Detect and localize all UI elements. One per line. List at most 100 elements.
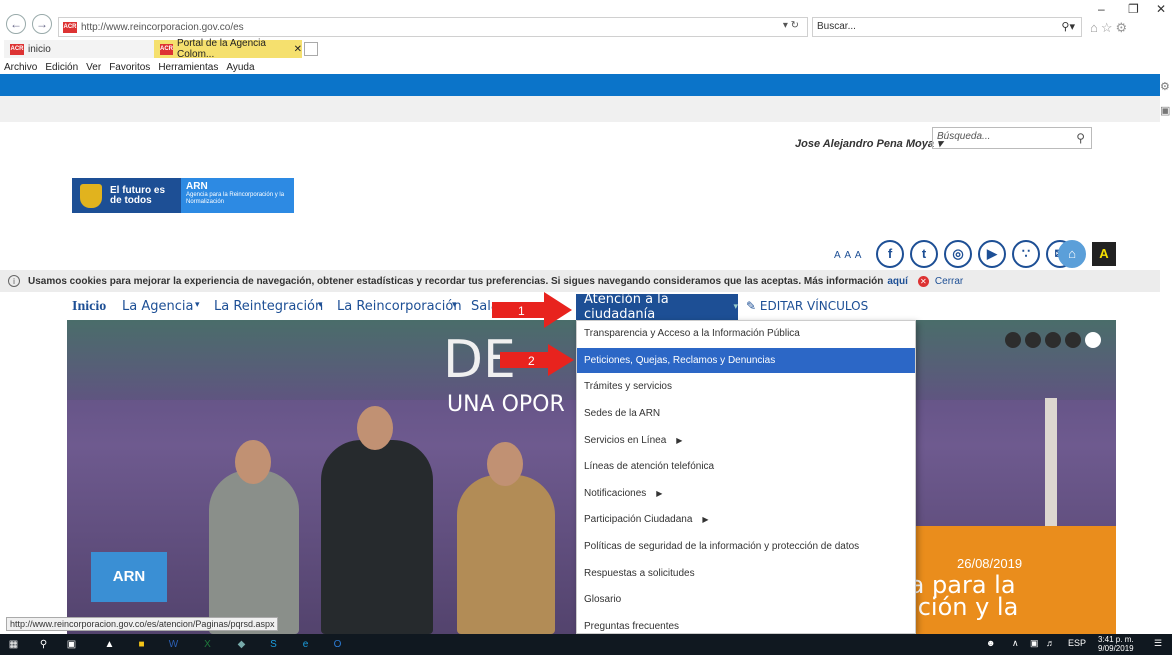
menu-favoritos[interactable]: Favoritos bbox=[109, 62, 150, 73]
panelist-figure bbox=[321, 440, 433, 634]
side-strip bbox=[1160, 74, 1172, 634]
edit-links-button[interactable]: ✎ EDITAR VÍNCULOS bbox=[746, 299, 868, 313]
cookie-more-link[interactable]: aquí bbox=[887, 276, 908, 287]
refresh-icon[interactable]: ▾ ↻ bbox=[783, 20, 799, 31]
panelist-head bbox=[487, 442, 523, 486]
dropdown-item[interactable]: Trámites y servicios bbox=[577, 374, 915, 401]
home-icon[interactable]: ⌂ bbox=[1058, 240, 1086, 268]
dropdown-item[interactable]: Glosario bbox=[577, 587, 915, 614]
dropdown-item[interactable]: Servicios en Línea ▶ bbox=[577, 427, 915, 454]
tray-chevron-icon[interactable]: ∧ bbox=[1012, 638, 1019, 649]
dropdown-item-label: Transparencia y Acceso a la Información … bbox=[584, 328, 800, 340]
twitter-icon[interactable]: t bbox=[910, 240, 938, 268]
nav-dropdown-icon[interactable]: ▾ bbox=[318, 299, 323, 310]
nav-dropdown-icon[interactable]: ▾ bbox=[195, 299, 200, 310]
outlook-icon[interactable]: O bbox=[330, 637, 345, 652]
dropdown-item-label: Peticiones, Quejas, Reclamos y Denuncias bbox=[584, 354, 776, 366]
cookie-close-link[interactable]: Cerrar bbox=[935, 276, 963, 287]
clock[interactable]: 3:41 p. m. 9/09/2019 bbox=[1098, 635, 1134, 653]
skype-icon[interactable]: S bbox=[266, 637, 281, 652]
menu-edicion[interactable]: Edición bbox=[45, 62, 78, 73]
facebook-icon[interactable]: f bbox=[876, 240, 904, 268]
restore-icon[interactable]: ❐ bbox=[1128, 2, 1139, 16]
app-icon[interactable]: ▲ bbox=[102, 637, 117, 652]
dropdown-item[interactable]: Notificaciones ▶ bbox=[577, 481, 915, 508]
dropdown-item[interactable]: Transparencia y Acceso a la Información … bbox=[577, 321, 915, 348]
excel-icon[interactable]: X bbox=[200, 637, 215, 652]
nav-atencion-ciudadania[interactable]: Atención a la ciudadanía ▾ bbox=[576, 292, 738, 322]
browser-toolbar-icons[interactable]: ⌂☆⚙ bbox=[1090, 20, 1130, 36]
nav-dropdown-icon[interactable]: ▾ bbox=[452, 299, 457, 310]
windows-start-icon[interactable]: ▦ bbox=[6, 637, 21, 652]
instagram-icon[interactable]: ◎ bbox=[944, 240, 972, 268]
rss-icon[interactable]: ∵ bbox=[1012, 240, 1040, 268]
menu-ayuda[interactable]: Ayuda bbox=[226, 62, 254, 73]
chevron-right-icon: ▶ bbox=[676, 435, 683, 445]
language-indicator[interactable]: ESP bbox=[1068, 638, 1086, 648]
people-icon[interactable]: ☻ bbox=[986, 638, 995, 648]
search-icon[interactable]: ⚲▾ bbox=[1061, 20, 1075, 33]
task-view-icon[interactable]: ▣ bbox=[64, 637, 79, 652]
dropdown-item[interactable]: Respuestas a solicitudes bbox=[577, 560, 915, 587]
app-icon[interactable]: ◆ bbox=[234, 637, 249, 652]
hero-date: 26/08/2019 bbox=[957, 556, 1023, 571]
back-button[interactable]: ← bbox=[6, 14, 26, 34]
youtube-icon[interactable]: ▶ bbox=[978, 240, 1006, 268]
dropdown-item[interactable]: Líneas de atención telefónica bbox=[577, 454, 915, 481]
settings-icon[interactable]: ⚙ bbox=[1160, 80, 1170, 93]
address-bar[interactable]: ACR http://www.reincorporacion.gov.co/es… bbox=[58, 17, 808, 37]
chevron-down-icon: ▾ bbox=[733, 302, 738, 312]
volume-icon[interactable]: ♬ bbox=[1046, 638, 1055, 648]
user-menu[interactable]: Jose Alejandro Pena Moya ▾ bbox=[795, 137, 943, 150]
file-explorer-icon[interactable]: ■ bbox=[134, 637, 149, 652]
browser-search-input[interactable]: Buscar... ⚲▾ bbox=[812, 17, 1082, 37]
tab-inicio[interactable]: ACR inicio bbox=[4, 40, 154, 58]
carousel-dot[interactable] bbox=[1065, 332, 1081, 348]
forward-button[interactable]: → bbox=[32, 14, 52, 34]
site-favicon: ACR bbox=[63, 21, 77, 33]
carousel-dot-active[interactable] bbox=[1085, 332, 1101, 348]
site-top-bar bbox=[0, 74, 1160, 96]
font-size-controls[interactable]: A A A bbox=[834, 250, 862, 261]
ribbon-icon[interactable]: ▣ bbox=[1160, 104, 1170, 117]
minimize-icon[interactable]: – bbox=[1098, 2, 1105, 16]
hero-subtitle: UNA OPOR bbox=[447, 392, 565, 417]
dropdown-item[interactable]: Sedes de la ARN bbox=[577, 401, 915, 428]
carousel-dot[interactable] bbox=[1005, 332, 1021, 348]
search-icon[interactable]: ⚲ bbox=[1076, 131, 1085, 145]
dropdown-item-label: Participación Ciudadana bbox=[584, 514, 693, 526]
dropdown-item[interactable]: Participación Ciudadana ▶ bbox=[577, 507, 915, 534]
dropdown-item-label: Notificaciones bbox=[584, 487, 647, 499]
site-logo[interactable]: El futuro es de todos ARN Agencia para l… bbox=[72, 178, 294, 213]
contrast-button[interactable]: A bbox=[1092, 242, 1116, 266]
tab-favicon: ACR bbox=[160, 43, 173, 55]
cookie-close-icon[interactable]: ✕ bbox=[917, 275, 929, 287]
word-icon[interactable]: W bbox=[166, 637, 181, 652]
menu-archivo[interactable]: Archivo bbox=[4, 62, 37, 73]
search-icon[interactable]: ⚲ bbox=[36, 637, 51, 652]
internet-explorer-icon[interactable]: e bbox=[298, 637, 313, 652]
nav-la-reintegracion[interactable]: La Reintegración bbox=[214, 299, 323, 314]
menu-ver[interactable]: Ver bbox=[86, 62, 101, 73]
nav-inicio[interactable]: Inicio bbox=[72, 299, 106, 315]
network-icon[interactable]: ▣ bbox=[1030, 638, 1039, 649]
dropdown-item[interactable]: Peticiones, Quejas, Reclamos y Denuncias bbox=[577, 347, 915, 375]
carousel-dot[interactable] bbox=[1025, 332, 1041, 348]
site-search-input[interactable]: Búsqueda... ⚲ bbox=[932, 127, 1092, 149]
tab-portal[interactable]: ACR Portal de la Agencia Colom... ✕ bbox=[154, 38, 302, 60]
browser-address-row: ← → ACR http://www.reincorporacion.gov.c… bbox=[0, 0, 1172, 40]
atencion-dropdown-menu: Transparencia y Acceso a la Información … bbox=[576, 320, 916, 641]
dropdown-item[interactable]: Políticas de seguridad de la información… bbox=[577, 534, 915, 561]
status-bar-url: http://www.reincorporacion.gov.co/es/ate… bbox=[6, 617, 279, 631]
carousel-dot[interactable] bbox=[1045, 332, 1061, 348]
panelist-figure bbox=[457, 475, 555, 634]
logo-left-text: El futuro es de todos bbox=[110, 184, 166, 206]
tab-close-icon[interactable]: ✕ bbox=[294, 44, 302, 55]
nav-la-agencia[interactable]: La Agencia bbox=[122, 299, 193, 314]
menu-herramientas[interactable]: Herramientas bbox=[158, 62, 218, 73]
notifications-icon[interactable]: ☰ bbox=[1154, 638, 1162, 649]
close-icon[interactable]: ✕ bbox=[1156, 2, 1166, 16]
new-tab-button[interactable] bbox=[304, 42, 318, 56]
nav-la-reincorporacion[interactable]: La Reincorporación bbox=[337, 299, 462, 314]
site-search-placeholder: Búsqueda... bbox=[937, 131, 991, 142]
